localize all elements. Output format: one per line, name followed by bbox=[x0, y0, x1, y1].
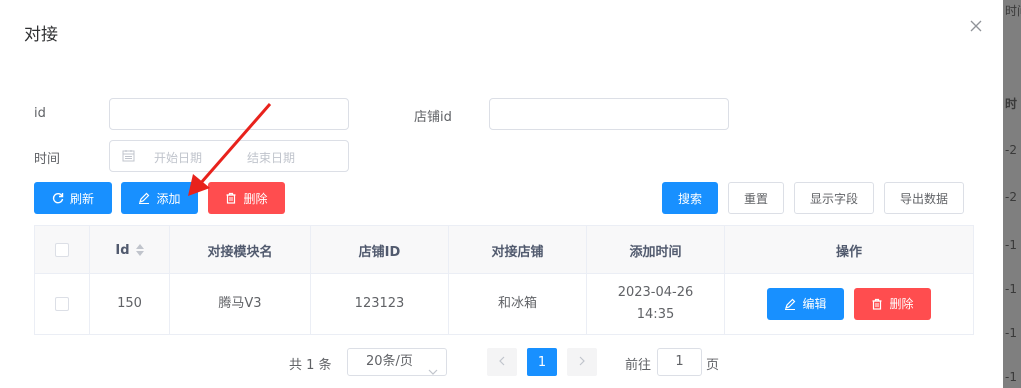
sort-icon[interactable] bbox=[135, 244, 144, 256]
cell-actions: 编辑 删除 bbox=[725, 274, 973, 334]
refresh-button[interactable]: 刷新 bbox=[34, 182, 112, 214]
dock-dialog: 对接 id 店铺id 时间 开始日期 结束日期 刷新 添加 删除 搜索 重置 显… bbox=[0, 0, 1003, 388]
shop-id-label: 店铺id bbox=[414, 110, 452, 125]
trash-icon bbox=[871, 298, 883, 310]
goto-page-input[interactable]: 1 bbox=[657, 348, 702, 376]
delete-label: 删除 bbox=[243, 191, 268, 206]
page-size-value: 20条/页 bbox=[366, 354, 413, 369]
shop-id-input[interactable] bbox=[489, 98, 729, 130]
column-header-shop-id: 店铺ID bbox=[311, 226, 449, 274]
refresh-icon bbox=[52, 192, 64, 204]
add-label: 添加 bbox=[156, 191, 181, 206]
edit-icon bbox=[784, 298, 796, 310]
prev-page-button[interactable] bbox=[487, 348, 517, 376]
background-page: 时间 时 -2 -2 -1 -1 -1 -1 bbox=[1003, 0, 1021, 388]
select-all-checkbox[interactable] bbox=[55, 243, 69, 257]
cell-id: 150 bbox=[90, 274, 170, 334]
id-label: id bbox=[34, 106, 46, 121]
row-delete-label: 删除 bbox=[889, 297, 914, 311]
page-size-select[interactable]: 20条/页 bbox=[347, 348, 447, 376]
background-text: 时 bbox=[1005, 97, 1018, 111]
trash-icon bbox=[225, 192, 237, 204]
export-label: 导出数据 bbox=[899, 191, 948, 206]
column-header-shop: 对接店铺 bbox=[449, 226, 587, 274]
next-page-button[interactable] bbox=[567, 348, 597, 376]
end-date-placeholder[interactable]: 结束日期 bbox=[247, 149, 295, 166]
cell-added-time: 2023-04-26 14:35 bbox=[587, 274, 725, 334]
time-label: 时间 bbox=[34, 152, 61, 167]
page-number-current[interactable]: 1 bbox=[527, 348, 557, 376]
chevron-right-icon bbox=[579, 355, 585, 370]
close-icon[interactable] bbox=[968, 18, 984, 34]
search-label: 搜索 bbox=[677, 191, 702, 206]
background-text: -1 bbox=[1005, 282, 1017, 296]
goto-prefix: 前往 bbox=[625, 358, 652, 373]
delete-button[interactable]: 删除 bbox=[208, 182, 285, 214]
id-input[interactable] bbox=[109, 98, 349, 130]
column-header-actions: 操作 bbox=[835, 244, 862, 260]
row-select-cell bbox=[35, 274, 90, 334]
column-header-id[interactable]: Id bbox=[90, 226, 170, 274]
cell-shop: 和冰箱 bbox=[449, 274, 587, 334]
calendar-icon bbox=[122, 149, 135, 162]
row-checkbox[interactable] bbox=[55, 297, 69, 311]
chevron-down-icon bbox=[428, 359, 438, 385]
background-text: 时间 bbox=[1005, 4, 1021, 18]
goto-suffix: 页 bbox=[706, 358, 720, 373]
chevron-left-icon bbox=[499, 355, 505, 370]
row-edit-button[interactable]: 编辑 bbox=[767, 288, 844, 320]
show-fields-button[interactable]: 显示字段 bbox=[794, 182, 874, 214]
data-table: Id 对接模块名 店铺ID 对接店铺 添加时间 操作 150 腾马V3 1231… bbox=[34, 225, 974, 335]
table-header: Id 对接模块名 店铺ID 对接店铺 添加时间 操作 bbox=[35, 226, 973, 274]
select-all-cell bbox=[35, 226, 90, 274]
background-text: -1 bbox=[1005, 370, 1017, 384]
start-date-placeholder[interactable]: 开始日期 bbox=[154, 149, 202, 166]
row-delete-button[interactable]: 删除 bbox=[854, 288, 931, 320]
background-text: -1 bbox=[1005, 238, 1017, 252]
column-header-module: 对接模块名 bbox=[170, 226, 311, 274]
background-text: -1 bbox=[1005, 326, 1017, 340]
background-text: -2 bbox=[1005, 190, 1017, 204]
column-header-added-time: 添加时间 bbox=[587, 226, 725, 274]
cell-shop-id: 123123 bbox=[311, 274, 449, 334]
row-edit-label: 编辑 bbox=[802, 297, 827, 311]
export-button[interactable]: 导出数据 bbox=[884, 182, 964, 214]
add-button[interactable]: 添加 bbox=[121, 182, 198, 214]
cell-module: 腾马V3 bbox=[170, 274, 311, 334]
dialog-title: 对接 bbox=[24, 25, 58, 45]
refresh-label: 刷新 bbox=[69, 191, 94, 206]
reset-label: 重置 bbox=[743, 191, 768, 206]
background-text: -2 bbox=[1005, 143, 1017, 157]
show-fields-label: 显示字段 bbox=[809, 191, 858, 206]
reset-button[interactable]: 重置 bbox=[728, 182, 784, 214]
pagination-total: 共 1 条 bbox=[289, 358, 332, 373]
date-range-picker[interactable]: 开始日期 结束日期 bbox=[109, 140, 349, 172]
edit-icon bbox=[138, 192, 150, 204]
column-header-id-label: Id bbox=[115, 242, 130, 258]
search-button[interactable]: 搜索 bbox=[662, 182, 718, 214]
